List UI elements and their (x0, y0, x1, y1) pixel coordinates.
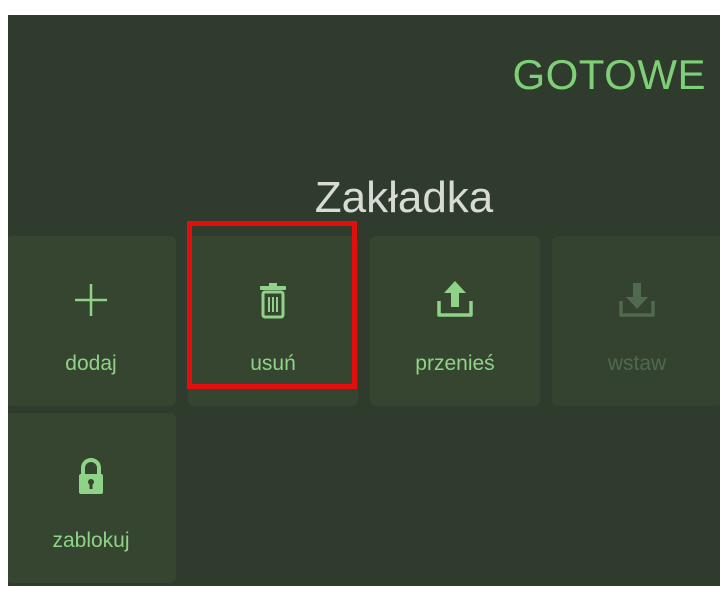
add-button[interactable]: dodaj (8, 236, 176, 406)
insert-button[interactable]: wstaw (552, 236, 720, 406)
insert-label: wstaw (607, 352, 667, 375)
done-button[interactable]: GOTOWE (512, 51, 706, 99)
bookmark-edit-screen: GOTOWE Zakładka dodaj usuń przenieś wsta… (8, 15, 720, 586)
upload-icon (370, 280, 540, 320)
download-icon (552, 280, 720, 320)
add-label: dodaj (65, 352, 117, 375)
lock-icon (8, 457, 176, 497)
lock-label: zablokuj (52, 529, 130, 552)
move-label: przenieś (415, 352, 495, 375)
lock-button[interactable]: zablokuj (8, 413, 176, 583)
page-title: Zakładka (314, 173, 494, 222)
plus-icon (8, 280, 176, 320)
highlight-box (187, 221, 357, 389)
move-button[interactable]: przenieś (370, 236, 540, 406)
